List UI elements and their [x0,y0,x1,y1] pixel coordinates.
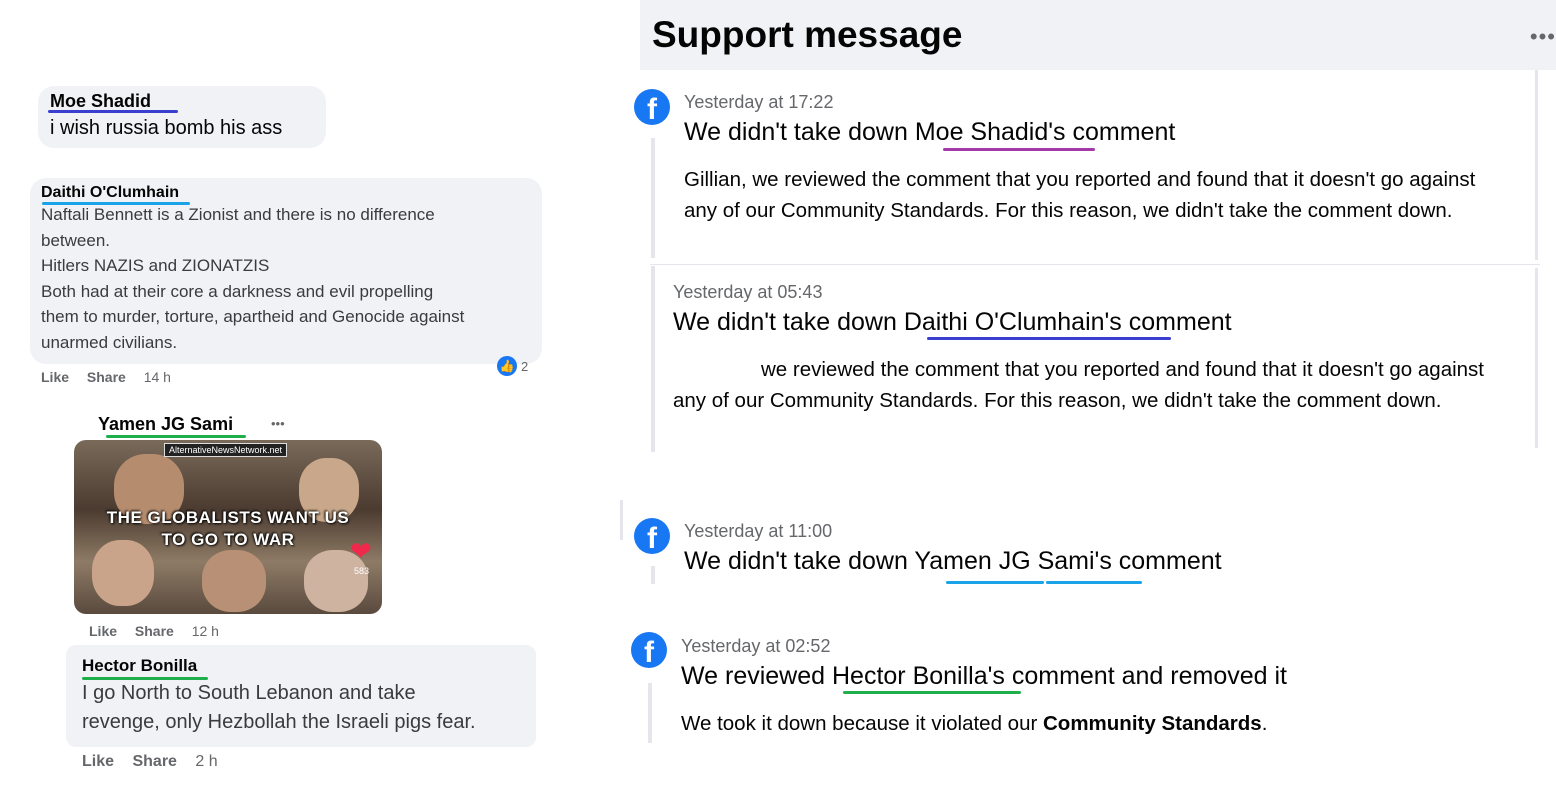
thread-line [620,500,623,540]
image-watermark: AlternativeNewsNetwork.net [164,443,288,457]
comment-time: 2 h [195,753,218,770]
message-body: Gillian, we reviewed the comment that yo… [684,168,1476,222]
more-options-icon[interactable]: ••• [271,416,285,431]
comment-actions: Like Share 2 h [82,753,232,771]
page-title: Support message [652,14,963,55]
highlight-underline [1046,581,1142,584]
comment-actions: Like Share 14 h [41,369,185,385]
reaction-summary[interactable]: 👍 2 [497,356,528,376]
divider [650,264,1540,265]
message-title[interactable]: We didn't take down Yamen JG Sami's comm… [684,547,1222,576]
comment-text: Naftali Bennett is a Zionist and there i… [41,205,465,352]
message-title[interactable]: We didn't take down Daithi O'Clumhain's … [673,308,1232,337]
reported-user-name: Yamen JG Sami's [914,547,1112,575]
highlight-underline [927,337,1171,340]
share-button[interactable]: Share [135,623,174,639]
highlight-underline [42,202,190,205]
message-time: Yesterday at 02:52 [681,636,831,656]
like-button[interactable]: Like [82,753,114,770]
reaction-count: 2 [521,358,529,374]
shared-image[interactable]: AlternativeNewsNetwork.net THE GLOBALIST… [74,440,382,614]
comment-bubble-moe: Moe Shadid i wish russia bomb his ass [38,86,326,148]
comment-time: 14 h [143,369,171,385]
comment-actions: Like Share 12 h [89,623,233,639]
reported-user-name: Moe Shadid [914,118,1049,146]
comment-text: i wish russia bomb his ass [50,117,283,139]
message-title[interactable]: We didn't take down Moe Shadid's comment [684,118,1175,147]
comment-author[interactable]: Daithi O'Clumhain [41,184,179,203]
panel-border [1535,268,1538,448]
community-standards-link[interactable]: Community Standards [1043,712,1262,735]
facebook-logo-icon: f [634,518,670,554]
highlight-underline [946,581,1044,584]
reported-user-name: Hector Bonilla's [832,662,1005,690]
more-options-icon[interactable]: ••• [1530,24,1556,50]
comment-bubble-hector: Hector Bonilla I go North to South Leban… [66,645,536,747]
panel-border [1535,70,1538,260]
thread-line [651,566,655,584]
reported-user-name: Daithi O'Clumhain's [903,308,1122,336]
message-title[interactable]: We reviewed Hector Bonilla's comment and… [681,662,1287,691]
share-button[interactable]: Share [87,369,126,385]
like-reaction-icon: 👍 [497,356,517,376]
thread-line [651,266,655,452]
image-caption: TO GO TO WAR [161,530,295,549]
message-body: we reviewed the comment that you reporte… [673,358,1485,412]
message-time: Yesterday at 17:22 [684,92,834,112]
comment-bubble-daithi: Daithi O'Clumhain Naftali Bennett is a Z… [30,178,542,364]
comment-author[interactable]: Hector Bonilla [82,656,197,677]
support-header: Support message ••• [640,0,1556,70]
heart-icon: ❤ [350,536,372,566]
message-time: Yesterday at 11:00 [684,521,833,541]
facebook-logo-icon: f [634,89,670,125]
message-time: Yesterday at 05:43 [673,282,823,302]
comment-time: 12 h [191,623,219,639]
image-caption: THE GLOBALISTS WANT US [106,508,350,527]
highlight-underline [106,435,246,438]
thread-line [651,138,655,258]
highlight-underline [843,691,1021,694]
like-button[interactable]: Like [41,369,69,385]
facebook-logo-icon: f [631,632,667,668]
thread-line [648,683,652,743]
comment-text: I go North to South Lebanon and take rev… [82,682,476,733]
portrait [202,550,266,612]
comment-author[interactable]: Yamen JG Sami [98,414,233,436]
share-button[interactable]: Share [132,753,176,770]
message-body: We took it down because it violated our … [681,712,1268,735]
like-button[interactable]: Like [89,623,117,639]
highlight-underline [48,110,178,113]
highlight-underline [943,148,1095,151]
image-corner-count: 583 [354,566,370,576]
highlight-underline [82,677,208,680]
